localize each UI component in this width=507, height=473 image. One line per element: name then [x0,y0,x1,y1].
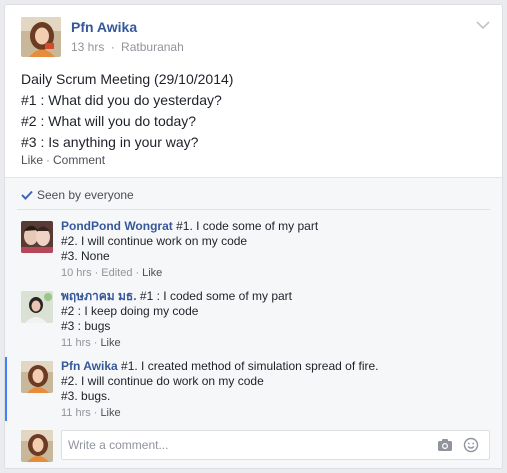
seen-label: Seen by everyone [37,188,134,202]
seen-status: Seen by everyone [21,188,134,202]
comment-line: #1. I code some of my part [176,219,319,233]
action-separator: · [46,153,51,167]
post-line: #1 : What did you do yesterday? [21,92,222,108]
comment-line: #2 : I keep doing my code [61,304,199,318]
commenter-avatar[interactable] [21,361,53,393]
comment-like-link[interactable]: Like [142,267,162,279]
commenter-name[interactable]: PondPond Wongrat [61,219,173,233]
like-link[interactable]: Like [21,153,43,167]
meta-separator: · [93,337,98,349]
comment-composer [21,430,490,462]
comment-meta: 10 hrs · Edited · Like [61,266,318,281]
comment-line: #3. None [61,249,110,263]
post-author-name[interactable]: Pfn Awika [71,19,137,35]
comment-item: PondPond Wongrat #1. I code some of my p… [21,219,490,281]
comments-area: Seen by everyone PondPond Wongrat #1. I … [5,178,502,468]
commenter-avatar[interactable] [21,221,53,253]
post-line: Daily Scrum Meeting (29/10/2014) [21,71,234,87]
current-user-avatar [21,430,53,462]
post-card: Pfn Awika 13 hrs · Ratburanah Daily Scru… [4,4,503,469]
meta-separator: · [93,407,98,419]
comment-link[interactable]: Comment [53,153,105,167]
meta-separator: · [135,267,140,279]
post-meta: 13 hrs · Ratburanah [71,40,184,54]
post-line: #2 : What will you do today? [21,113,197,129]
comment-meta: 11 hrs · Like [61,406,379,421]
comment-like-link[interactable]: Like [100,407,120,419]
chevron-down-icon[interactable] [476,19,490,30]
camera-icon[interactable] [437,438,453,455]
comment-time[interactable]: 11 hrs [61,407,91,419]
meta-separator: · [94,267,99,279]
commenter-name[interactable]: Pfn Awika [61,359,118,373]
post-line: #3 : Is anything in your way? [21,134,199,150]
comment-body: Pfn Awika #1. I created method of simula… [61,359,379,421]
emoji-icon[interactable] [463,437,479,456]
comment-item: พฤษภาคม มธ. #1 : I coded some of my part… [21,289,490,351]
new-comment-indicator [5,357,7,421]
comment-line: #2. I will continue do work on my code [61,374,264,388]
comment-body: พฤษภาคม มธ. #1 : I coded some of my part… [61,289,292,351]
comment-time[interactable]: 10 hrs [61,267,92,279]
comment-line: #1. I created method of simulation sprea… [121,359,379,373]
comment-line: #1 : I coded some of my part [139,289,292,303]
post-header: Pfn Awika 13 hrs · Ratburanah [5,5,502,61]
post-body: Daily Scrum Meeting (29/10/2014) #1 : Wh… [21,69,233,153]
comment-body: PondPond Wongrat #1. I code some of my p… [61,219,318,281]
comment-line: #3. bugs. [61,389,111,403]
seen-divider [17,209,490,210]
comment-input[interactable] [62,431,422,459]
post-location[interactable]: Ratburanah [121,40,184,54]
comment-meta: 11 hrs · Like [61,336,292,351]
comment-time[interactable]: 11 hrs [61,337,91,349]
author-avatar[interactable] [21,17,61,57]
commenter-name[interactable]: พฤษภาคม มธ. [61,289,137,303]
edited-label[interactable]: Edited [101,267,132,279]
commenter-avatar[interactable] [21,291,53,323]
comment-line: #3 : bugs [61,319,111,333]
post-time[interactable]: 13 hrs [71,40,104,54]
comment-line: #2. I will continue work on my code [61,234,248,248]
check-icon [21,190,33,200]
comment-like-link[interactable]: Like [100,337,120,349]
comment-input-box [61,430,490,460]
post-actions: Like · Comment [21,153,105,167]
comment-item: Pfn Awika #1. I created method of simula… [21,359,490,421]
meta-separator: · [110,40,115,54]
